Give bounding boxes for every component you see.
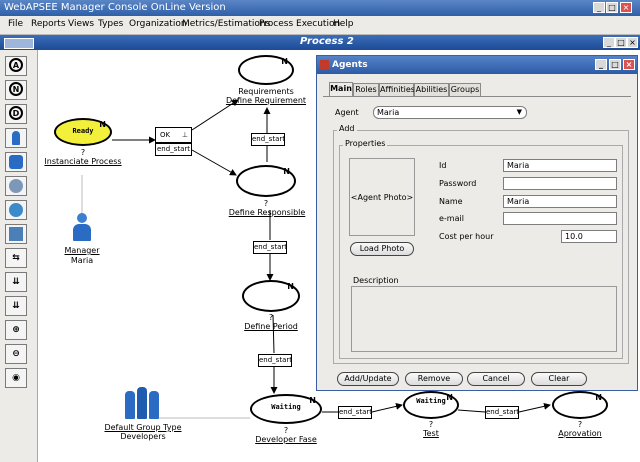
state-waiting: Waiting (271, 403, 301, 411)
activity-developer-fase[interactable]: N Waiting (250, 394, 322, 424)
agent-select[interactable]: Maria ▼ (373, 106, 527, 119)
normal-activity-marker: N (595, 393, 602, 402)
agents-dialog-title: Agents (332, 60, 368, 70)
tab-groups[interactable]: Groups (449, 83, 481, 96)
period-label: Define Period (244, 322, 298, 331)
connector-end-start[interactable]: end_start (253, 241, 287, 254)
properties-group-title: Properties (343, 139, 388, 148)
connector-end-start[interactable]: end_start (338, 406, 372, 419)
cost-label: Cost per hour (439, 232, 494, 241)
id-field[interactable]: Maria (503, 159, 617, 172)
agent-photo: <Agent Photo> (349, 158, 415, 236)
test-q: ? (428, 420, 434, 429)
password-field[interactable] (503, 177, 617, 190)
activity-aprovation[interactable]: N (552, 391, 608, 419)
developer-q: ? (283, 426, 289, 435)
connector-end-start[interactable]: end_start (155, 143, 192, 156)
normal-activity-marker: N (281, 57, 288, 66)
instanciate-q: ? (80, 148, 86, 157)
activity-instanciate-process[interactable]: N Ready (54, 118, 112, 146)
tab-abilities[interactable]: Abilities (414, 83, 449, 96)
java-icon (320, 60, 329, 69)
dialog-minimize-button[interactable]: _ (595, 59, 607, 70)
agent-label: Agent (335, 108, 359, 117)
requirements-q: Requirements (238, 87, 294, 96)
add-update-button[interactable]: Add/Update (337, 372, 399, 386)
activity-define-requirement[interactable]: N (238, 55, 294, 85)
responsible-q: ? (263, 199, 269, 208)
normal-activity-marker: N (283, 167, 290, 176)
email-field[interactable] (503, 212, 617, 225)
manager-name: Maria (70, 256, 94, 265)
instanciate-label: Instanciate Process (44, 157, 122, 166)
join-connector-ok[interactable]: OK ⊥ (155, 127, 192, 143)
group-agents-icon[interactable] (125, 387, 159, 421)
group-name: Developers (120, 432, 166, 441)
tab-roles[interactable]: Roles (353, 83, 379, 96)
name-label: Name (439, 197, 463, 206)
manager-role: Manager (64, 246, 100, 255)
description-area[interactable] (351, 286, 617, 352)
connector-end-start[interactable]: end_start (485, 406, 519, 419)
tab-main[interactable]: Main (329, 82, 353, 96)
password-label: Password (439, 179, 477, 188)
state-waiting: Waiting (416, 397, 446, 405)
aprovation-q: ? (577, 420, 583, 429)
add-group-title: Add (337, 124, 357, 133)
tab-affinities[interactable]: Affinities (379, 83, 415, 96)
state-ready: Ready (72, 127, 94, 135)
id-label: Id (439, 161, 447, 170)
tab-divider (323, 96, 631, 97)
agents-dialog-titlebar: Agents _ □ × (317, 56, 637, 74)
normal-activity-marker: N (287, 282, 294, 291)
cancel-button[interactable]: Cancel (467, 372, 525, 386)
test-label: Test (423, 429, 439, 438)
manager-agent-icon[interactable] (70, 213, 94, 243)
dialog-close-button[interactable]: × (623, 59, 635, 70)
requirements-label: Define Requirement (225, 96, 307, 105)
remove-button[interactable]: Remove (405, 372, 463, 386)
email-label: e-mail (439, 214, 464, 223)
agents-dialog: Agents _ □ × Main Roles Affinities Abili… (316, 55, 638, 391)
chevron-down-icon: ▼ (516, 108, 522, 116)
period-q: ? (268, 313, 274, 322)
activity-define-responsible[interactable]: N (236, 165, 296, 197)
responsible-label: Define Responsible (228, 208, 306, 217)
agent-select-value: Maria (377, 108, 400, 117)
clear-button[interactable]: Clear (531, 372, 587, 386)
join-icon: ⊥ (181, 131, 188, 139)
dialog-maximize-button[interactable]: □ (609, 59, 621, 70)
name-field[interactable]: Maria (503, 195, 617, 208)
cost-field[interactable]: 10.0 (561, 230, 617, 243)
connector-end-start[interactable]: end_start (251, 133, 285, 146)
activity-define-period[interactable]: N (242, 280, 300, 312)
load-photo-button[interactable]: Load Photo (350, 242, 414, 256)
group-type: Default Group Type (104, 423, 182, 432)
description-label: Description (353, 276, 399, 285)
ok-label: OK (160, 131, 171, 139)
developer-label: Developer Fase (255, 435, 317, 444)
connector-end-start[interactable]: end_start (258, 354, 292, 367)
activity-test[interactable]: N Waiting (403, 391, 459, 419)
aprovation-label: Aprovation (558, 429, 602, 438)
